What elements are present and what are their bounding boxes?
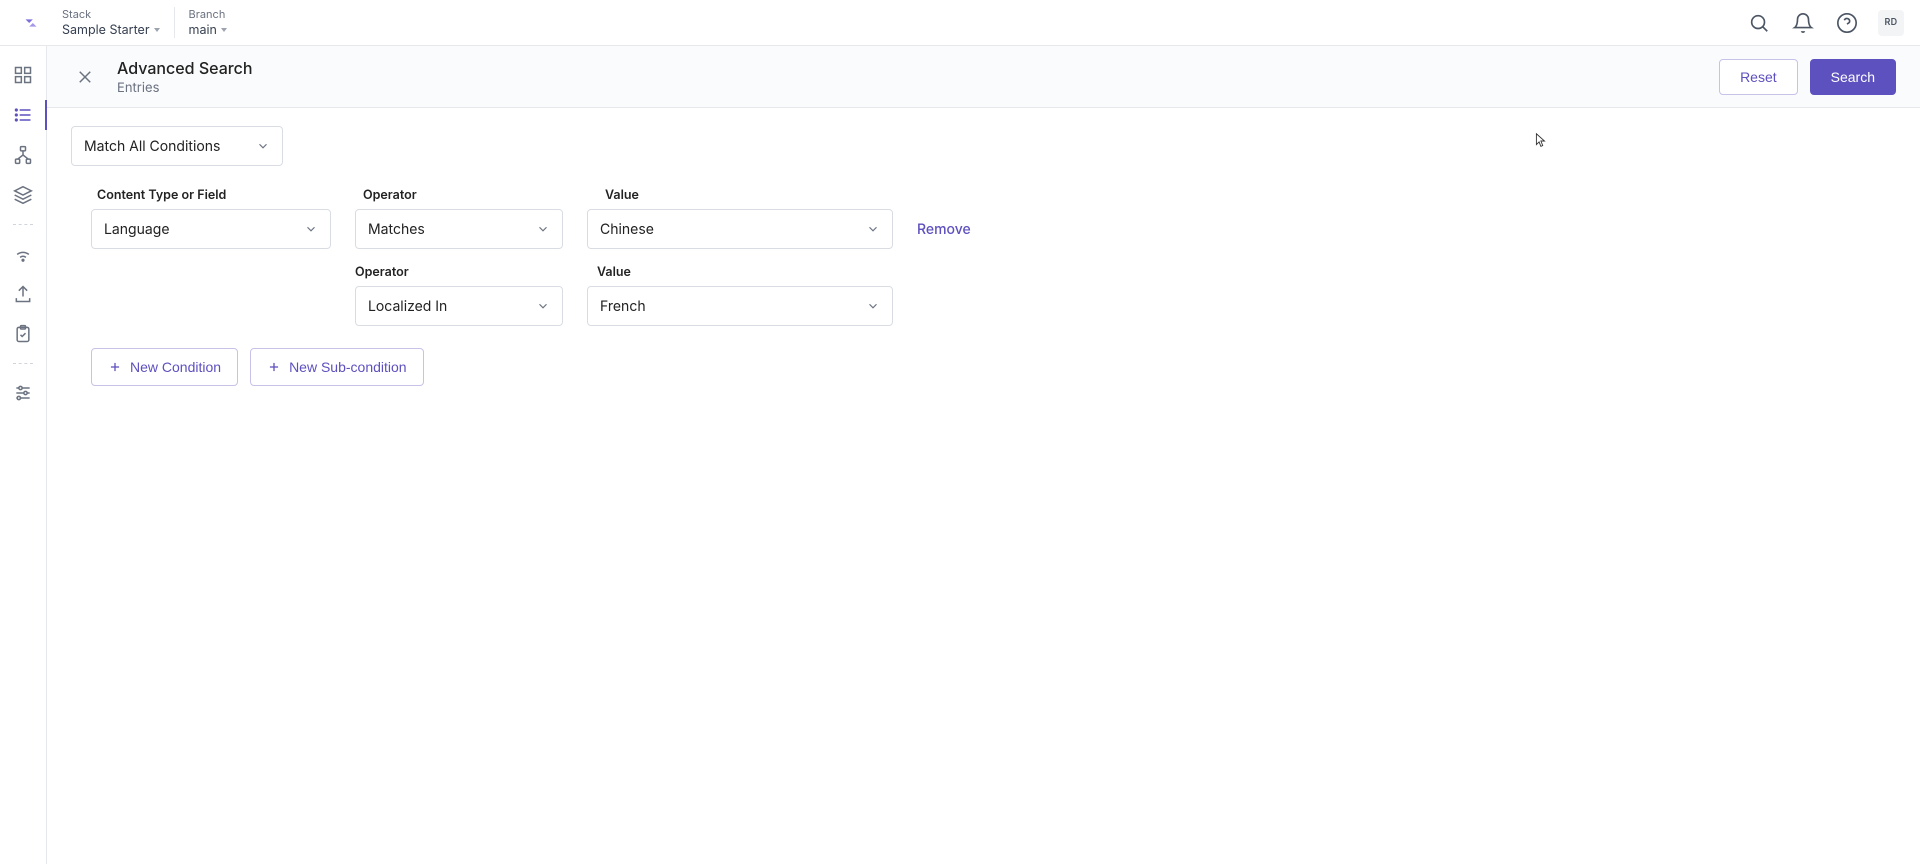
nav-entries[interactable] — [4, 96, 42, 134]
app-logo[interactable] — [16, 8, 46, 38]
global-search-button[interactable] — [1746, 10, 1772, 36]
content-type-label: Content Type or Field — [97, 188, 331, 203]
nav-publish[interactable] — [4, 275, 42, 313]
search-builder: Match All Conditions Content Type or Fie… — [47, 108, 1920, 864]
help-icon — [1836, 12, 1858, 34]
operator-select[interactable]: Matches — [355, 209, 563, 249]
caret-down-icon — [221, 28, 227, 32]
nav-tasks[interactable] — [4, 315, 42, 353]
new-subcondition-button[interactable]: New Sub-condition — [250, 348, 424, 386]
search-button[interactable]: Search — [1810, 59, 1896, 95]
stack-value: Sample Starter — [62, 23, 150, 38]
sub-value-select[interactable]: French — [587, 286, 893, 326]
cursor-pointer-icon — [1531, 132, 1549, 150]
sub-operator-value: Localized In — [368, 298, 447, 315]
field-select[interactable]: Language — [91, 209, 331, 249]
rail-divider — [13, 363, 33, 364]
nav-releases[interactable] — [4, 235, 42, 273]
wifi-icon — [13, 244, 33, 264]
top-header: Stack Sample Starter Branch main — [0, 0, 1920, 46]
new-condition-label: New Condition — [130, 359, 221, 375]
page-title: Advanced Search — [117, 58, 253, 78]
column-labels-row: Content Type or Field Operator Value — [91, 188, 1896, 203]
new-subcondition-label: New Sub-condition — [289, 359, 407, 375]
plus-icon — [108, 360, 122, 374]
plus-icon — [267, 360, 281, 374]
value-select[interactable]: Chinese — [587, 209, 893, 249]
chevron-down-icon — [536, 299, 550, 313]
grid-icon — [13, 65, 33, 85]
nav-content-models[interactable] — [4, 136, 42, 174]
header-actions: RD — [1746, 10, 1904, 36]
branch-label: Branch — [189, 7, 227, 22]
page-subtitle: Entries — [117, 80, 253, 96]
branch-selector[interactable]: Branch main — [174, 7, 241, 37]
match-mode-select[interactable]: Match All Conditions — [71, 126, 283, 166]
clipboard-icon — [13, 324, 33, 344]
chevron-down-icon — [256, 139, 270, 153]
close-icon — [76, 68, 94, 86]
operator-select-value: Matches — [368, 221, 425, 238]
nav-settings[interactable] — [4, 374, 42, 412]
upload-icon — [13, 284, 33, 304]
chevron-down-icon — [304, 222, 318, 236]
hierarchy-icon — [13, 145, 33, 165]
caret-down-icon — [154, 28, 160, 32]
conditions-area: Content Type or Field Operator Value Lan… — [91, 188, 1896, 326]
field-select-value: Language — [104, 221, 170, 238]
bell-icon — [1792, 12, 1814, 34]
stack-selector[interactable]: Stack Sample Starter — [62, 7, 174, 37]
condition-actions: New Condition New Sub-condition — [91, 348, 1896, 386]
reset-button[interactable]: Reset — [1719, 59, 1798, 95]
close-button[interactable] — [71, 63, 99, 91]
page-header: Advanced Search Entries Reset Search — [47, 46, 1920, 108]
side-rail — [0, 46, 47, 864]
notifications-button[interactable] — [1790, 10, 1816, 36]
sub-value-value: French — [600, 298, 646, 315]
stack-label: Stack — [62, 7, 160, 22]
remove-condition-link[interactable]: Remove — [917, 221, 971, 238]
search-icon — [1748, 12, 1770, 34]
rail-divider — [13, 224, 33, 225]
chevron-down-icon — [866, 299, 880, 313]
sub-column-labels-row: Operator Value — [355, 265, 1896, 280]
sub-condition-row: Localized In French — [355, 286, 1896, 326]
header-context: Stack Sample Starter Branch main — [62, 7, 241, 37]
match-mode-label: Match All Conditions — [84, 138, 220, 155]
sliders-icon — [13, 383, 33, 403]
user-avatar[interactable]: RD — [1878, 10, 1904, 36]
main-area: Advanced Search Entries Reset Search Mat… — [47, 46, 1920, 864]
value-label: Value — [597, 265, 897, 280]
help-button[interactable] — [1834, 10, 1860, 36]
new-condition-button[interactable]: New Condition — [91, 348, 238, 386]
nav-dashboard[interactable] — [4, 56, 42, 94]
list-icon — [13, 105, 33, 125]
chevron-down-icon — [866, 222, 880, 236]
operator-label: Operator — [363, 188, 573, 203]
logo-icon — [20, 12, 42, 34]
chevron-down-icon — [536, 222, 550, 236]
nav-assets[interactable] — [4, 176, 42, 214]
sub-operator-select[interactable]: Localized In — [355, 286, 563, 326]
layers-icon — [13, 185, 33, 205]
value-select-value: Chinese — [600, 221, 654, 238]
value-label: Value — [605, 188, 905, 203]
operator-label: Operator — [355, 265, 565, 280]
branch-value: main — [189, 23, 217, 38]
condition-row: Language Matches Chinese Remove — [91, 209, 1896, 249]
